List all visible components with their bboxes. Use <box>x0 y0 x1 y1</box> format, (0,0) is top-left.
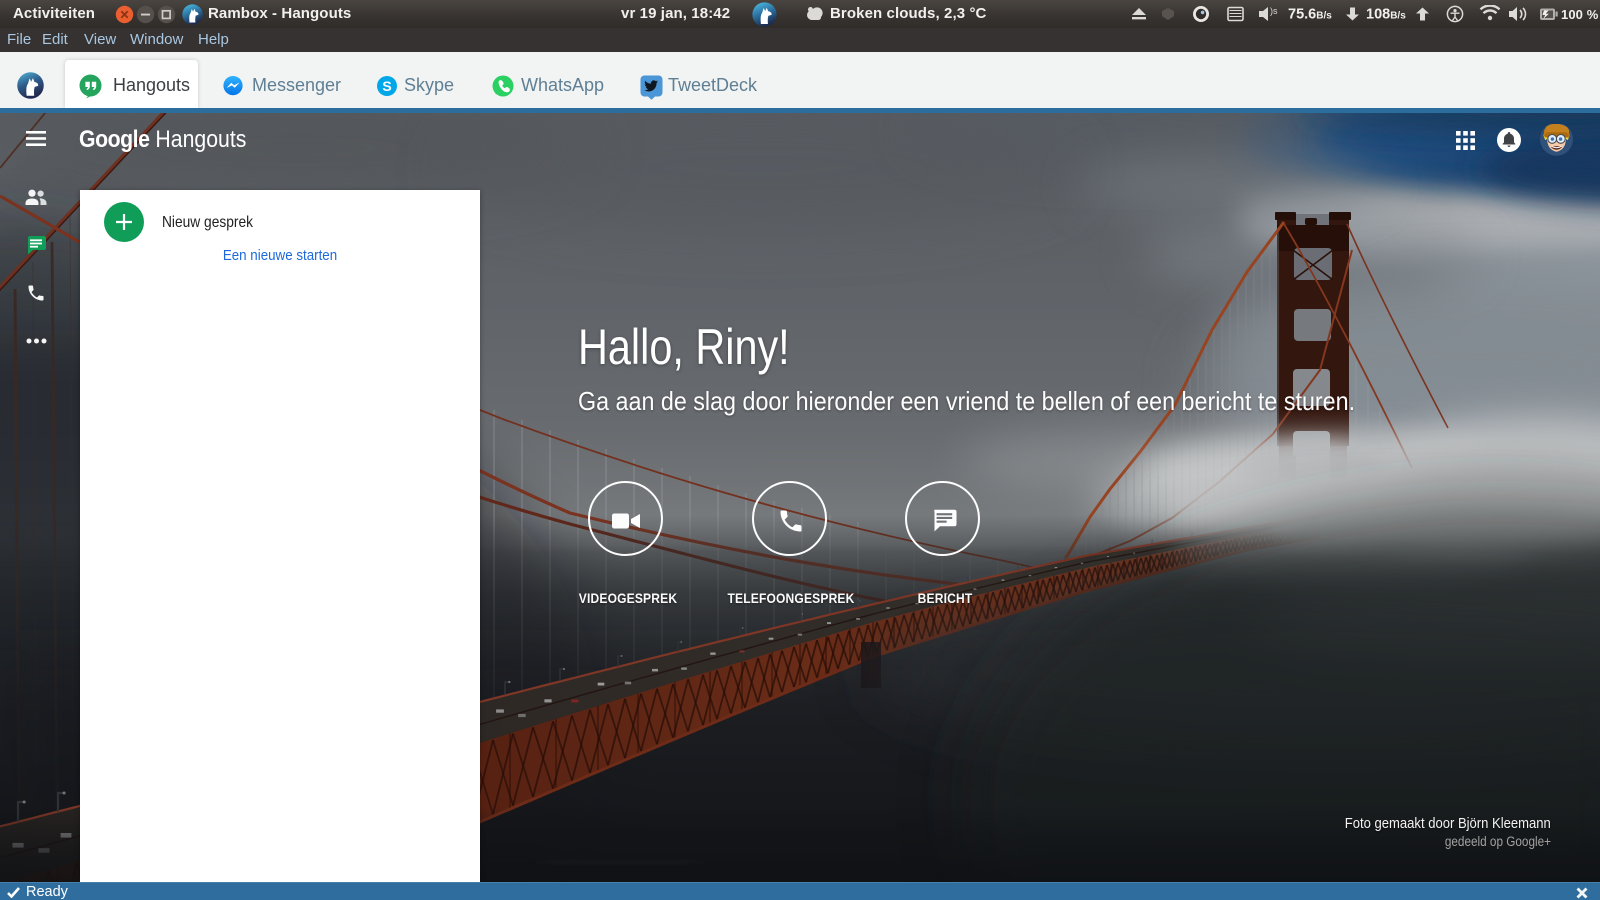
svg-text:S: S <box>382 78 391 94</box>
svg-text:108B/s: 108B/s <box>1366 7 1406 23</box>
svg-text:75.6B/s: 75.6B/s <box>1288 7 1332 23</box>
svg-text:)s: )s <box>1270 6 1278 16</box>
